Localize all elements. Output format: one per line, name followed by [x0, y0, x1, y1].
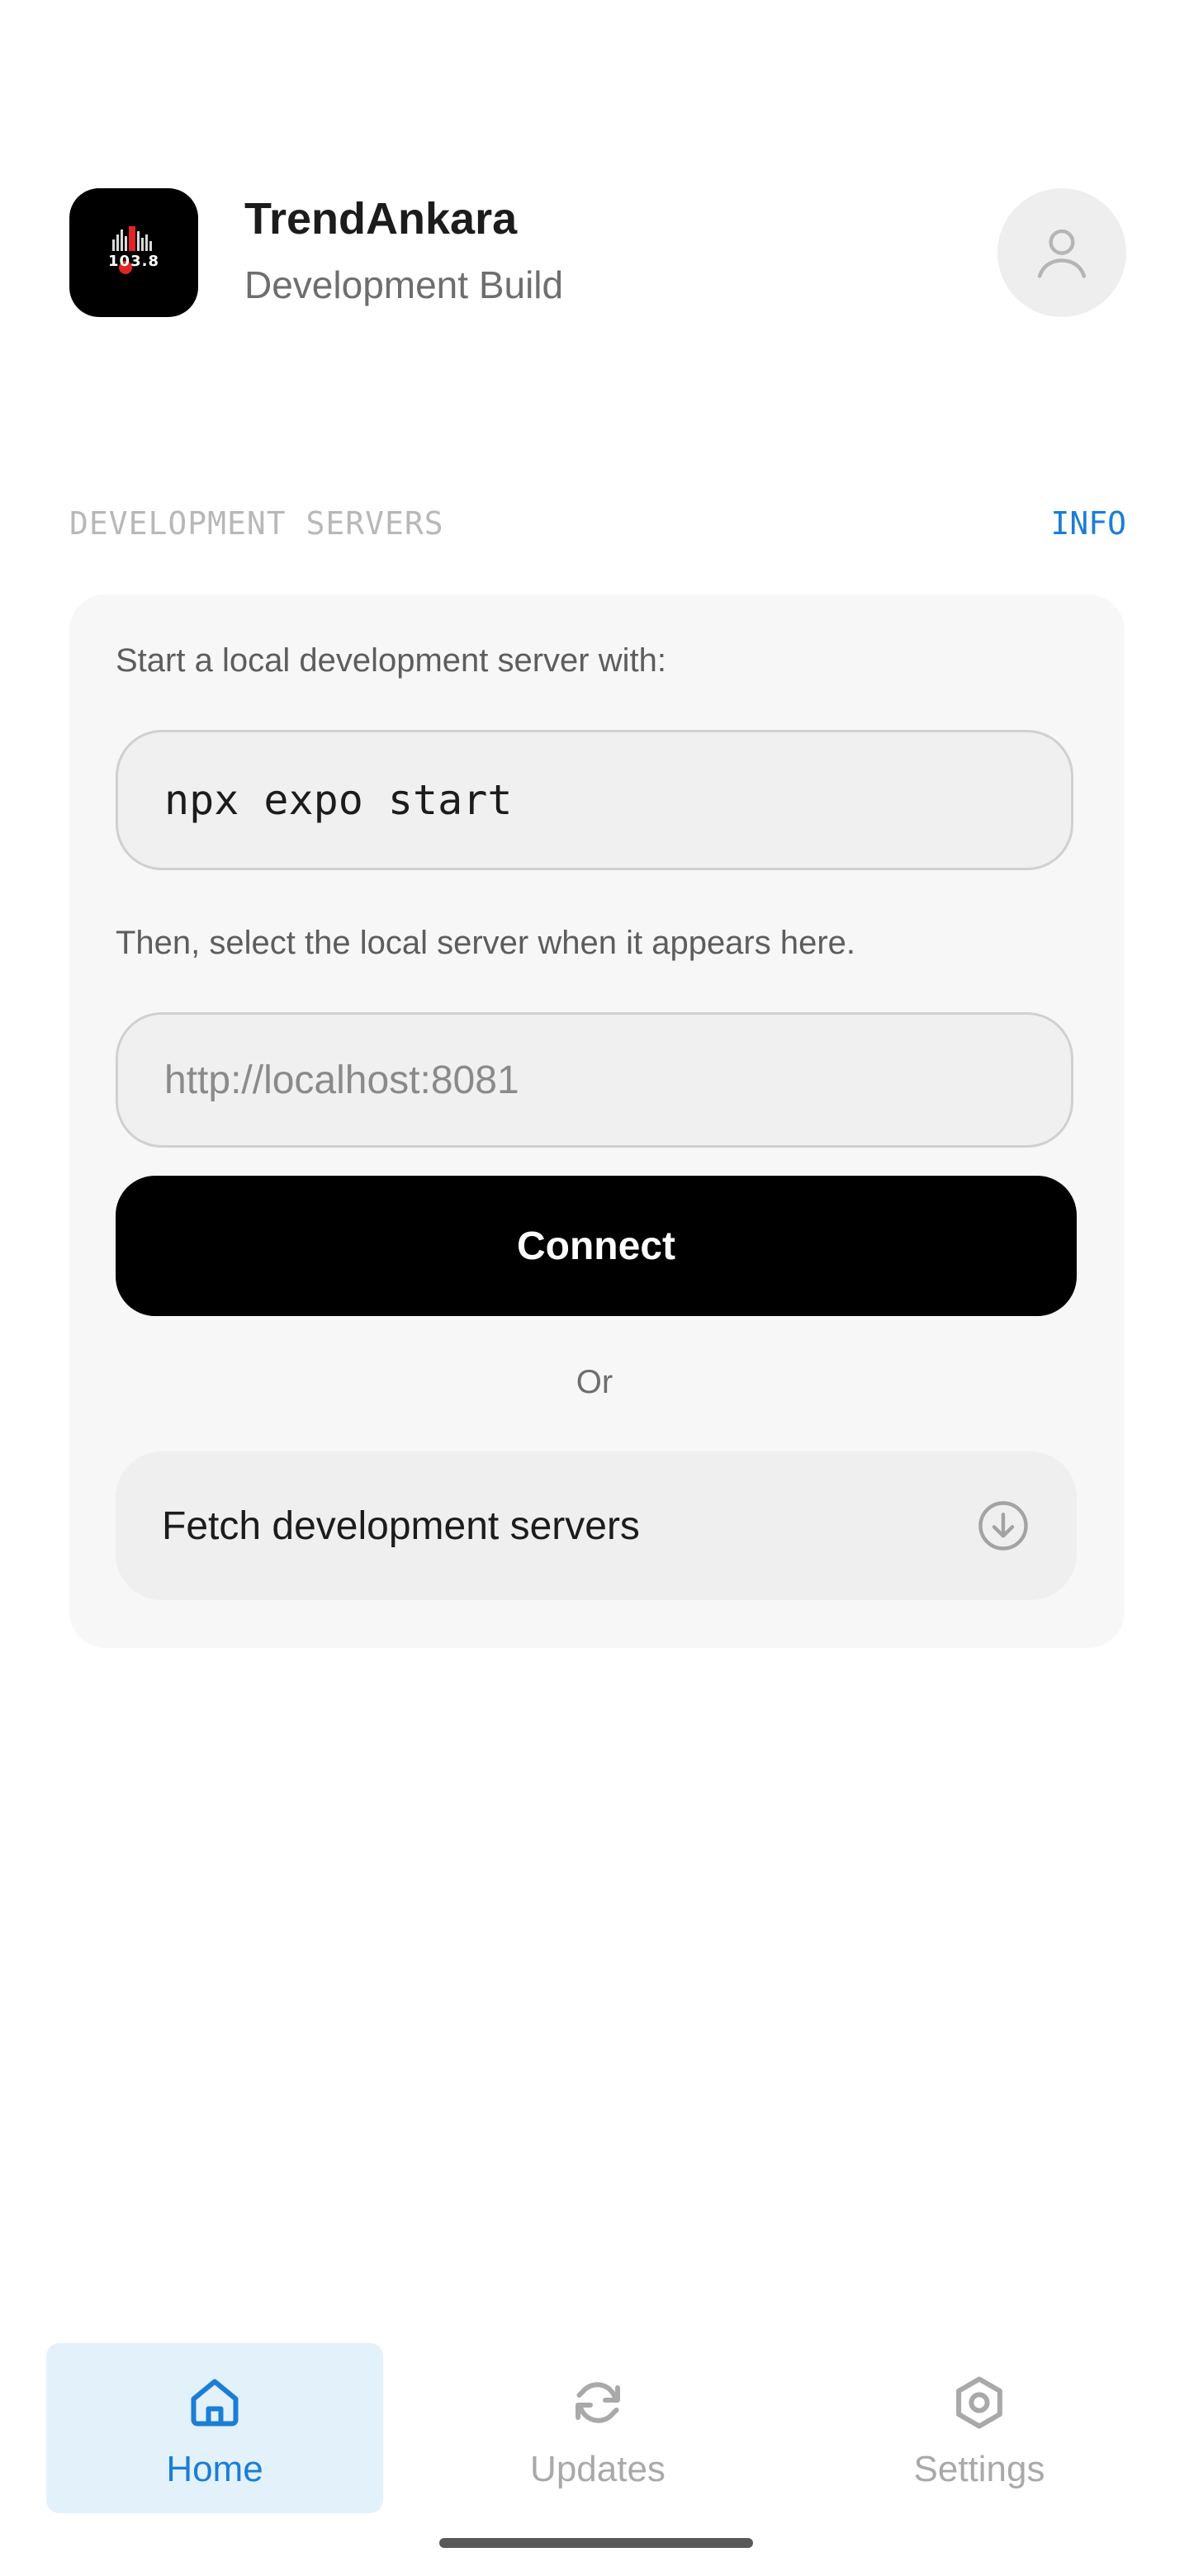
tab-settings[interactable]: Settings — [811, 2343, 1148, 2513]
app-subtitle: Development Build — [244, 263, 564, 306]
refresh-icon — [576, 2382, 620, 2423]
command-box[interactable]: npx expo start — [116, 730, 1073, 870]
select-instruction-text: Then, select the local server when it ap… — [116, 925, 856, 961]
connect-button[interactable]: Connect — [116, 1176, 1077, 1316]
info-link[interactable]: INFO — [1050, 505, 1126, 542]
tab-home[interactable]: Home — [46, 2343, 383, 2513]
app-logo-text: 103.8 — [108, 253, 159, 270]
tab-updates-label: Updates — [530, 2449, 666, 2489]
fetch-servers-button[interactable]: Fetch development servers — [116, 1451, 1077, 1600]
section-title: DEVELOPMENT SERVERS — [69, 505, 444, 542]
tab-updates[interactable]: Updates — [429, 2343, 766, 2513]
user-icon — [1037, 229, 1087, 278]
settings-icon — [956, 2376, 1002, 2429]
download-circle-icon — [978, 1501, 1028, 1551]
server-url-input[interactable] — [116, 1012, 1073, 1148]
or-divider-text: Or — [576, 1364, 613, 1400]
app-icon: 103.8 — [69, 188, 198, 317]
app-title: TrendAnkara — [244, 194, 518, 244]
connect-button-label: Connect — [517, 1224, 675, 1268]
user-avatar-button[interactable] — [997, 188, 1126, 317]
home-indicator[interactable] — [439, 2538, 753, 2548]
command-text: npx expo start — [164, 776, 513, 824]
home-icon — [191, 2379, 239, 2427]
fetch-servers-label: Fetch development servers — [162, 1503, 640, 1548]
tab-home-label: Home — [166, 2449, 263, 2489]
tab-settings-label: Settings — [913, 2449, 1045, 2489]
start-instruction-text: Start a local development server with: — [116, 642, 666, 679]
